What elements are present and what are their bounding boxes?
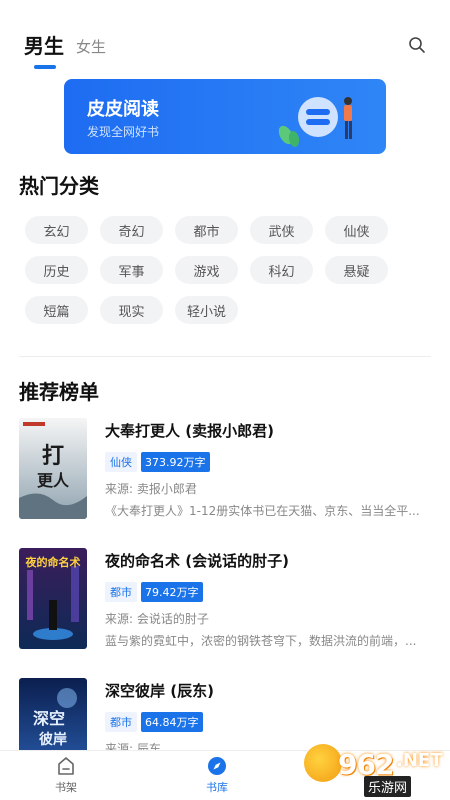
genre-tag: 仙侠: [105, 452, 137, 472]
svg-text:深空: 深空: [33, 709, 65, 728]
gender-tabs: 男生 女生: [24, 30, 106, 69]
watermark-text: 乐游网: [364, 776, 412, 797]
tab-female[interactable]: 女生: [76, 36, 106, 65]
svg-text:彼岸: 彼岸: [39, 731, 67, 748]
watermark-logo: 962 .NET 乐游网: [304, 744, 444, 797]
compass-icon: [208, 757, 226, 775]
book-source: 来源: 辰东: [105, 742, 161, 750]
rankings-title: 推荐榜单: [19, 380, 99, 404]
category-chip[interactable]: 现实: [100, 296, 163, 324]
category-chip[interactable]: 武侠: [250, 216, 313, 244]
category-chip[interactable]: 轻小说: [175, 296, 238, 324]
watermark-suffix: .NET: [396, 750, 443, 771]
banner-subtitle: 发现全网好书: [87, 125, 160, 139]
word-count-tag: 373.92万字: [141, 452, 210, 472]
svg-text:夜的命名术: 夜的命名术: [25, 555, 81, 569]
category-chip[interactable]: 游戏: [175, 256, 238, 284]
book-tags: 仙侠 373.92万字: [105, 452, 210, 472]
book-description: 《大奉打更人》1-12册实体书已在天猫、京东、当当全平...: [105, 504, 420, 518]
reading-illustration-icon: [278, 97, 352, 147]
tab-male[interactable]: 男生: [24, 30, 64, 69]
book-tags: 都市 64.84万字: [105, 712, 203, 732]
book-title: 深空彼岸 (辰东): [105, 682, 214, 700]
book-source: 来源: 卖报小郎君: [105, 482, 197, 496]
book-source: 来源: 会说话的肘子: [105, 612, 209, 626]
category-chip[interactable]: 玄幻: [25, 216, 88, 244]
nav-library-label: 书库: [206, 781, 228, 794]
category-chip[interactable]: 短篇: [25, 296, 88, 324]
book-item[interactable]: 打 更人 大奉打更人 (卖报小郎君) 仙侠 373.92万字 来源: 卖报小郎君…: [19, 418, 431, 520]
book-title: 大奉打更人 (卖报小郎君): [105, 422, 274, 440]
book-title: 夜的命名术 (会说话的肘子): [105, 552, 289, 570]
book-cover: 打 更人: [19, 418, 87, 519]
nav-bookshelf[interactable]: 书架: [55, 755, 77, 795]
book-cover: 夜的命名术: [19, 548, 87, 649]
category-chip[interactable]: 都市: [175, 216, 238, 244]
book-tags: 都市 79.42万字: [105, 582, 203, 602]
word-count-tag: 64.84万字: [141, 712, 203, 732]
book-cover: 深空 彼岸: [19, 678, 87, 750]
svg-text:更人: 更人: [37, 471, 70, 490]
bookshelf-icon: [58, 757, 74, 775]
category-chip[interactable]: 军事: [100, 256, 163, 284]
book-item[interactable]: 夜的命名术 夜的命名术 (会说话的肘子) 都市 79.42万字 来源: 会说话的…: [19, 548, 431, 650]
book-item[interactable]: 深空 彼岸 深空彼岸 (辰东) 都市 64.84万字 来源: 辰东: [19, 678, 431, 750]
book-description: 蓝与紫的霓虹中，浓密的钢铁苍穹下，数据洪流的前端，...: [105, 634, 417, 648]
category-grid: 玄幻 奇幻 都市 武侠 仙侠 历史 军事 游戏 科幻 悬疑 短篇 现实 轻小说: [25, 216, 425, 336]
search-icon[interactable]: [408, 36, 426, 54]
section-divider: [19, 356, 431, 357]
category-chip[interactable]: 悬疑: [325, 256, 388, 284]
banner-title: 皮皮阅读: [87, 99, 159, 120]
promo-banner[interactable]: 皮皮阅读 发现全网好书: [64, 79, 386, 154]
genre-tag: 都市: [105, 712, 137, 732]
nav-library[interactable]: 书库: [206, 755, 228, 795]
watermark-emblem-icon: [304, 744, 342, 782]
cover-title: 打: [42, 443, 64, 469]
category-chip[interactable]: 奇幻: [100, 216, 163, 244]
category-chip[interactable]: 仙侠: [325, 216, 388, 244]
nav-bookshelf-label: 书架: [55, 781, 77, 794]
word-count-tag: 79.42万字: [141, 582, 203, 602]
category-chip[interactable]: 科幻: [250, 256, 313, 284]
categories-title: 热门分类: [19, 174, 99, 198]
category-chip[interactable]: 历史: [25, 256, 88, 284]
genre-tag: 都市: [105, 582, 137, 602]
